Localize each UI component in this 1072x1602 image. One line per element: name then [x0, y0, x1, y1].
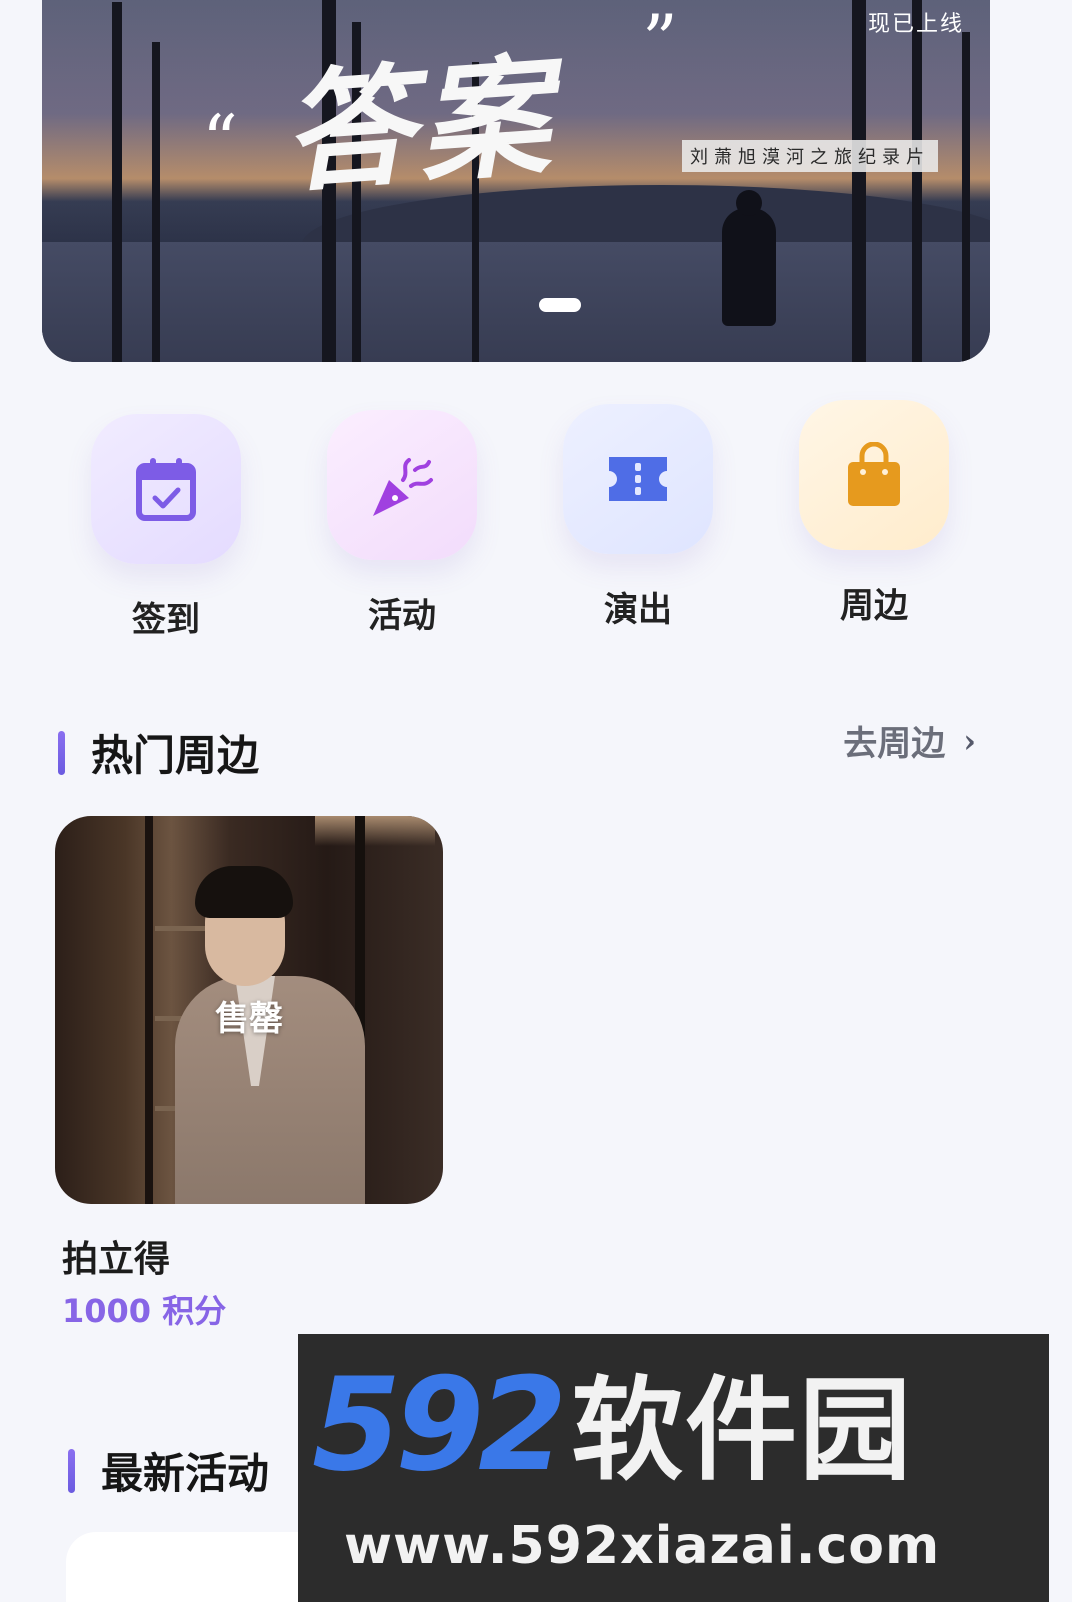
nav-show-label: 演出: [604, 590, 672, 630]
latest-activity-title: 最新活动: [101, 1449, 270, 1498]
banner-tag: 现已上线: [867, 12, 964, 37]
nav-merch[interactable]: 周边: [794, 400, 954, 627]
watermark-number: 592: [312, 1351, 567, 1500]
hero-banner[interactable]: “ 答案 ” 刘萧旭漠河之旅纪录片 现已上线: [42, 0, 990, 362]
nav-checkin-icon-box[interactable]: [91, 414, 241, 564]
section-accent-bar: [58, 730, 65, 775]
banner-person: [722, 190, 776, 326]
product-image[interactable]: 售罄: [55, 816, 443, 1204]
banner-quote-right: ”: [642, 0, 678, 82]
sold-out-badge: 售罄: [215, 999, 283, 1039]
calendar-check-icon: [136, 458, 196, 521]
banner-tree: [112, 2, 122, 362]
ticket-icon: [609, 457, 667, 501]
product-name[interactable]: 拍立得: [62, 1230, 170, 1282]
banner-tree: [852, 0, 866, 362]
nav-merch-icon-box[interactable]: [799, 400, 949, 550]
banner-tree: [152, 42, 160, 362]
nav-activity-icon-box[interactable]: [327, 410, 477, 560]
nav-show-icon-box[interactable]: [563, 404, 713, 554]
go-merch-link[interactable]: 去周边 ›: [843, 716, 976, 765]
watermark-name: 软件园: [571, 1366, 914, 1496]
nav-activity-label: 活动: [368, 596, 436, 636]
nav-show[interactable]: 演出: [558, 404, 718, 631]
go-merch-label: 去周边: [843, 724, 946, 764]
nav-merch-label: 周边: [840, 586, 908, 626]
latest-activity-header: 最新活动: [68, 1440, 269, 1501]
product-figure-hair: [195, 866, 293, 918]
product-light: [315, 816, 435, 846]
hot-merch-title: 热门周边: [91, 731, 260, 780]
nav-checkin-label: 签到: [132, 600, 200, 640]
section-accent-bar: [68, 1448, 75, 1493]
watermark-overlay: 592 软件园 www.592xiazai.com: [298, 1334, 1049, 1602]
party-popper-icon: [373, 458, 433, 516]
banner-title: 答案: [277, 38, 560, 211]
nav-activity[interactable]: 活动: [322, 410, 482, 637]
banner-subtitle: 刘萧旭漠河之旅纪录片: [682, 140, 938, 172]
watermark-url: www.592xiazai.com: [344, 1516, 941, 1576]
banner-tree: [962, 32, 970, 362]
chevron-right-icon: ›: [963, 721, 976, 760]
watermark-logo: 592 软件园: [312, 1362, 913, 1490]
product-price: 1000 积分: [62, 1292, 227, 1330]
banner-pagination-dot[interactable]: [539, 298, 581, 312]
banner-quote-left: “: [202, 100, 238, 182]
banner-tree: [912, 0, 922, 362]
nav-checkin[interactable]: 签到: [86, 414, 246, 641]
shopping-bag-icon: [848, 442, 900, 506]
hot-merch-header: 热门周边: [58, 722, 259, 783]
banner-snow: [42, 242, 990, 362]
